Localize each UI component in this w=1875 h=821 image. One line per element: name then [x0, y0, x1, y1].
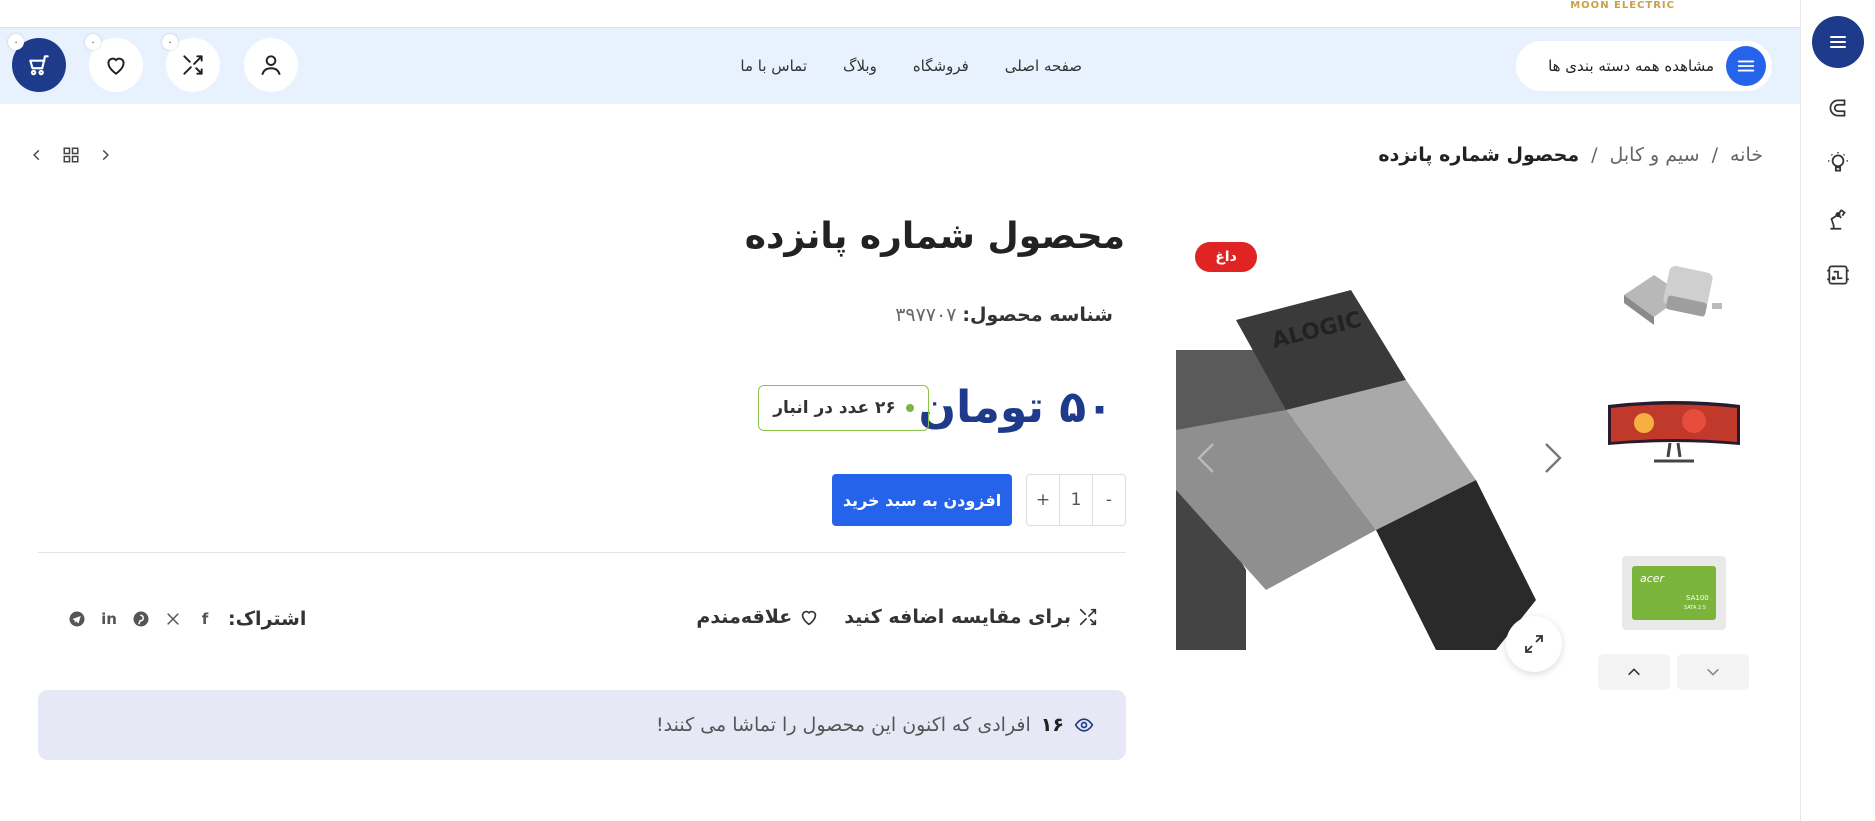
facebook-icon[interactable]: f [196, 610, 214, 628]
cart-count-badge: ۰ [8, 34, 24, 50]
x-icon[interactable] [164, 610, 182, 628]
nav-home[interactable]: صفحه اصلی [1005, 57, 1082, 75]
compare-button[interactable]: ۰ [162, 34, 220, 92]
stock-dot-icon [905, 404, 914, 412]
wishlist-button[interactable]: ۰ [85, 34, 143, 92]
eye-icon [1074, 718, 1094, 732]
main-nav: صفحه اصلی فروشگاه وبلاگ تماس با ما [740, 28, 1082, 104]
thumbnail-acer-ssd[interactable]: acer SA100 SATA 2.5 [1598, 538, 1750, 648]
share-label: اشتراک: [228, 608, 307, 630]
breadcrumb-sep: / [1711, 144, 1718, 166]
account-button[interactable] [244, 38, 298, 92]
stock-text: ۲۶ عدد در انبار [773, 398, 896, 418]
product-title: محصول شماره پانزده [744, 216, 1125, 257]
menu-icon [1726, 46, 1766, 86]
compare-link[interactable]: برای مقایسه اضافه کنید [844, 606, 1099, 628]
telegram-icon[interactable] [68, 610, 86, 628]
ssd-sub-text: SATA 2.5 [1684, 605, 1706, 611]
wishlist-count-badge: ۰ [85, 34, 101, 50]
pinterest-icon[interactable] [132, 610, 150, 628]
logo[interactable]: MOON ELECTRIC [1570, 0, 1675, 11]
qty-plus-button[interactable]: + [1027, 490, 1059, 510]
side-menu-button[interactable] [1812, 16, 1864, 68]
viewers-text: افرادی که اکنون این محصول را تماشا می کن… [656, 714, 1031, 736]
ssd-brand-text: acer [1640, 572, 1666, 585]
cart-button[interactable]: ۰ [8, 34, 66, 92]
chevron-up-icon [1628, 668, 1640, 676]
all-categories-button[interactable]: مشاهده همه دسته بندی ها [1516, 41, 1772, 91]
nav-blog[interactable]: وبلاگ [843, 57, 877, 75]
breadcrumb: خانه / سیم و کابل / محصول شماره پانزده [1378, 144, 1763, 166]
nav-shop[interactable]: فروشگاه [913, 57, 969, 75]
grid-icon[interactable] [62, 146, 80, 164]
prev-image-button[interactable] [1197, 442, 1215, 478]
next-image-button[interactable] [1544, 442, 1562, 478]
page: MOON ELECTRIC ۰ ۰ ۰ صفحه اصلی فروشگاه وب… [0, 0, 1875, 821]
user-icon [261, 55, 281, 76]
thumbnail-curved-monitor[interactable] [1598, 380, 1750, 490]
breadcrumb-current: محصول شماره پانزده [1378, 144, 1580, 166]
product-sku: شناسه محصول:۳۹۷۷۰۷ [895, 304, 1113, 326]
top-strip: MOON ELECTRIC [0, 0, 1800, 28]
heart-icon [801, 610, 817, 626]
robot-arm-icon[interactable] [1825, 206, 1851, 232]
live-viewers-box: ۱۶ افرادی که اکنون این محصول را تماشا می… [38, 690, 1126, 760]
product-navigation [30, 146, 112, 164]
nav-contact[interactable]: تماس با ما [740, 57, 807, 75]
share-section: اشتراک: f in [68, 608, 306, 630]
stock-status: ۲۶ عدد در انبار [758, 385, 929, 431]
divider [38, 552, 1126, 553]
sku-label: شناسه محصول: [962, 304, 1113, 326]
thumbnail-down-button[interactable] [1677, 654, 1749, 690]
qty-minus-button[interactable]: - [1093, 490, 1125, 510]
header: ۰ ۰ ۰ صفحه اصلی فروشگاه وبلاگ تماس با ما… [0, 28, 1800, 104]
breadcrumb-category[interactable]: سیم و کابل [1610, 144, 1700, 166]
expand-icon [1525, 635, 1543, 653]
breadcrumb-home[interactable]: خانه [1730, 144, 1763, 166]
chevron-right-icon [1545, 443, 1562, 473]
chevron-down-icon [1707, 668, 1719, 676]
heart-icon [107, 57, 125, 75]
quantity-stepper: + 1 - [1026, 474, 1126, 526]
thumbnail-up-button[interactable] [1598, 654, 1670, 690]
sku-value: ۳۹۷۷۰۷ [895, 304, 957, 326]
add-to-cart-button[interactable]: افزودن به سبد خرید [832, 474, 1012, 526]
thumbnail-usb-adapter[interactable] [1598, 240, 1750, 350]
hamburger-icon [1830, 36, 1846, 48]
shuffle-icon [183, 55, 203, 75]
compare-count-badge: ۰ [162, 34, 178, 50]
cart-icon [29, 55, 49, 76]
wishlist-link[interactable]: علاقه‌مندم [696, 606, 820, 628]
viewers-count: ۱۶ [1040, 714, 1064, 736]
hot-badge: داغ [1195, 242, 1257, 272]
compare-label: برای مقایسه اضافه کنید [844, 606, 1071, 628]
magnet-icon[interactable] [1825, 95, 1851, 121]
wishlist-label: علاقه‌مندم [696, 606, 793, 628]
product-actions: برای مقایسه اضافه کنید علاقه‌مندم [696, 606, 1099, 628]
bulb-icon[interactable] [1825, 150, 1851, 176]
circuit-board-icon[interactable] [1825, 262, 1851, 288]
chevron-left-icon[interactable] [30, 148, 44, 162]
product-price: ۵۰ تومان [918, 382, 1113, 433]
all-categories-label: مشاهده همه دسته بندی ها [1548, 57, 1714, 75]
linkedin-icon[interactable]: in [100, 610, 118, 628]
chevron-right-icon[interactable] [98, 148, 112, 162]
ssd-model-text: SA100 [1686, 594, 1709, 602]
breadcrumb-sep: / [1591, 144, 1598, 166]
zoom-button[interactable] [1506, 616, 1562, 672]
shuffle-icon [1079, 608, 1097, 626]
chevron-left-icon [1197, 443, 1214, 473]
qty-input[interactable]: 1 [1059, 475, 1093, 525]
side-category-bar [1800, 0, 1875, 821]
